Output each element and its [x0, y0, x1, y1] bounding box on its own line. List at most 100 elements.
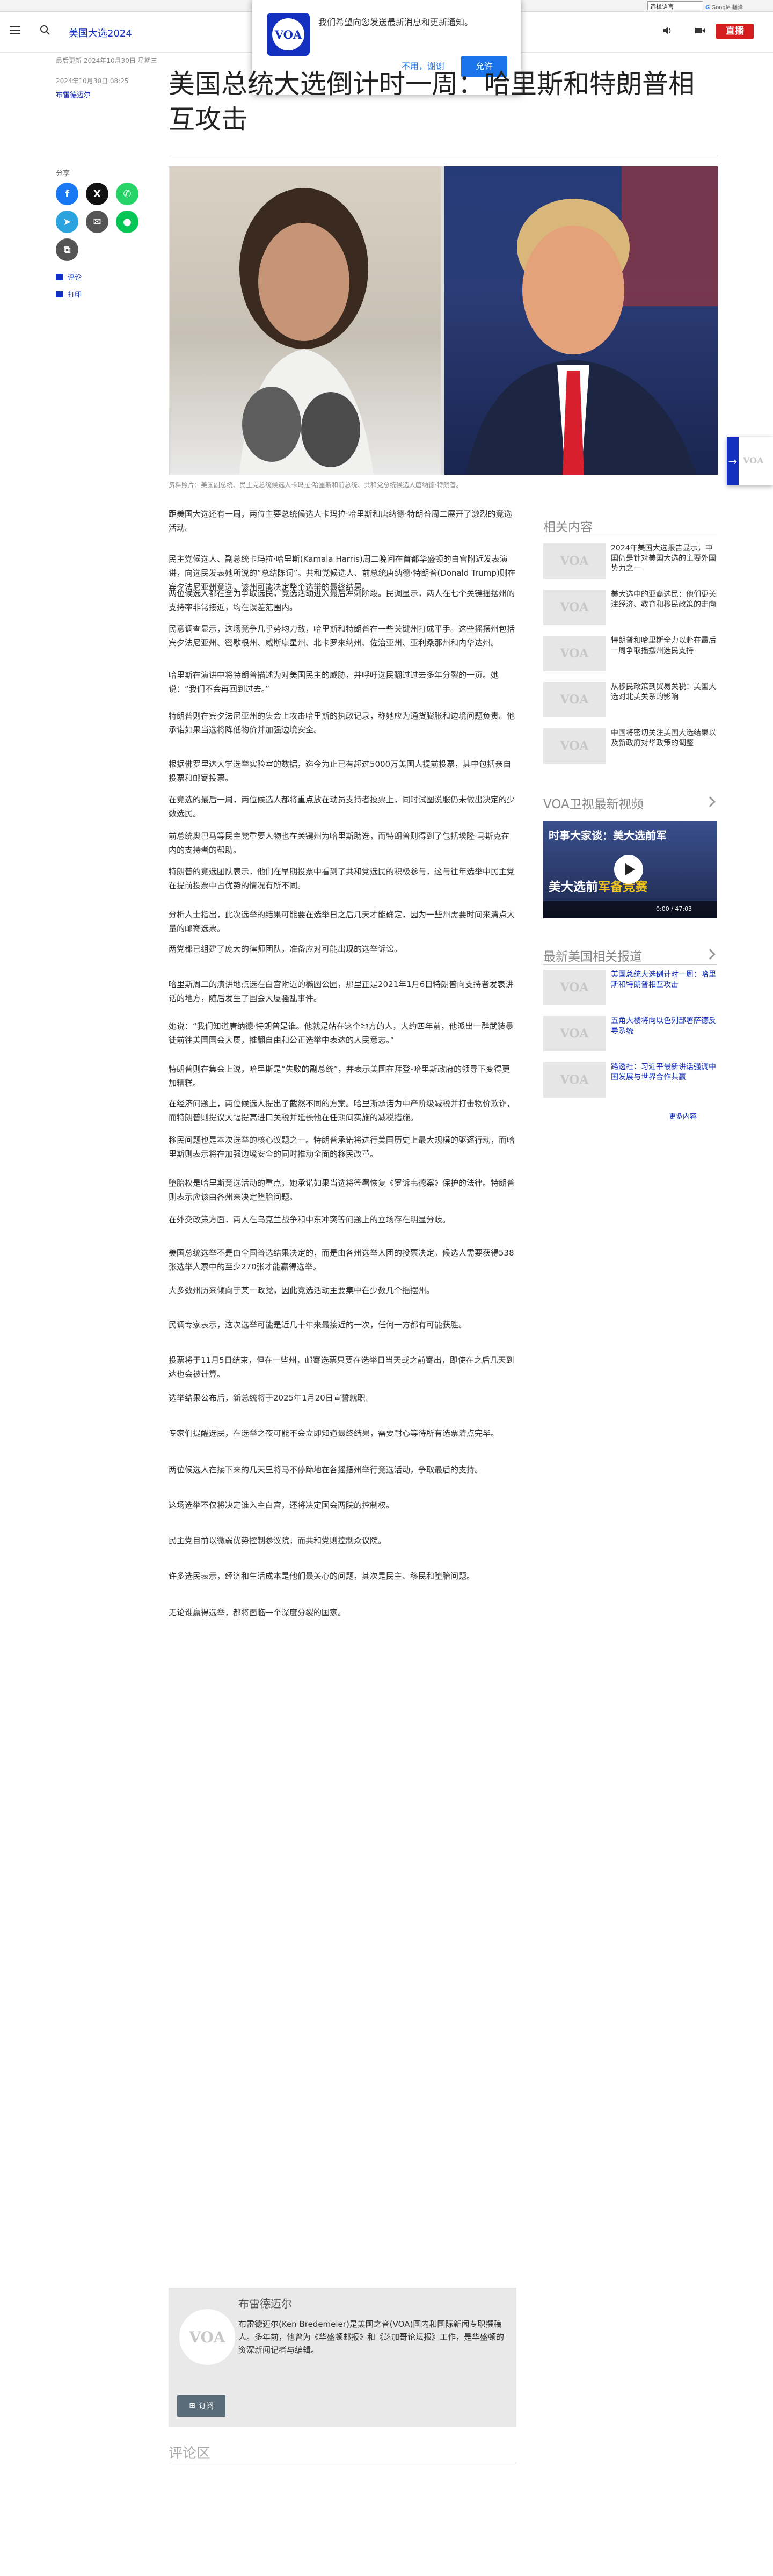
- play-icon[interactable]: [614, 855, 643, 884]
- more-link[interactable]: 更多内容: [669, 1111, 697, 1121]
- sidebar-article-title[interactable]: 特朗普和哈里斯全力以赴在最后一周争取摇摆州选民支持: [611, 636, 718, 656]
- section-link[interactable]: 美国大选2024: [69, 26, 132, 40]
- article-paragraph: 在经济问题上，两位候选人提出了截然不同的方案。哈里斯承诺为中产阶级减税并打击物价…: [169, 1099, 515, 1122]
- sidebar-article-item[interactable]: VOA 特朗普和哈里斯全力以赴在最后一周争取摇摆州选民支持: [543, 636, 717, 672]
- language-select[interactable]: 选择语言: [647, 1, 703, 10]
- article-paragraph: 在竞选的最后一周，两位候选人都将重点放在动员支持者投票上，同时试图说服仍未做出决…: [169, 795, 515, 818]
- article-paragraph: 移民问题也是本次选举的核心议题之一。特朗普承诺将进行美国历史上最大规模的驱逐行动…: [169, 1135, 515, 1159]
- article-paragraph: 特朗普则在宾夕法尼亚州的集会上攻击哈里斯的执政记录，称她应为通货膨胀和边境问题负…: [169, 711, 515, 735]
- article-paragraph: 两党都已组建了庞大的律师团队，准备应对可能出现的选举诉讼。: [169, 944, 403, 954]
- article-paragraph: 根据佛罗里达大学选举实验室的数据，迄今为止已有超过5000万美国人提前投票，其中…: [169, 759, 512, 783]
- x-share-icon[interactable]: X: [86, 183, 108, 205]
- author-avatar: VOA: [179, 2309, 235, 2365]
- hero-image[interactable]: [169, 166, 718, 475]
- sidebar-article-item[interactable]: VOA 五角大楼将向以色列部署萨德反导系统: [543, 1016, 717, 1053]
- translate-attribution: G Google 翻译: [705, 3, 743, 11]
- article-paragraph: 哈里斯周二的演讲地点选在白宫附近的椭圆公园，那里正是2021年1月6日特朗普向支…: [169, 979, 514, 1003]
- article-paragraph: 专家们提醒选民，在选举之夜可能不会立即知道最终结果，需要耐心等待所有选票清点完毕…: [169, 1428, 499, 1438]
- sidebar-article-item[interactable]: VOA 2024年美国大选报告显示，中国仍是针对美国大选的主要外国势力之一: [543, 543, 717, 580]
- author-name[interactable]: 布雷德迈尔: [238, 2295, 292, 2311]
- article-paragraph: 这场选举不仅将决定谁入主白宫，还将决定国会两院的控制权。: [169, 1500, 395, 1510]
- article-paragraph: 前总统奥巴马等民主党重要人物也在关键州为哈里斯助选，而特朗普则得到了包括埃隆·马…: [169, 831, 509, 855]
- sidebar-article-item[interactable]: VOA 美大选中的亚裔选民：他们更关注经济、教育和移民政策的走向: [543, 590, 717, 626]
- sidebar-article-item[interactable]: VOA 从移民政策到贸易关税：美国大选对北美关系的影响: [543, 682, 717, 719]
- article-thumbnail: VOA: [543, 682, 606, 717]
- video-section-title[interactable]: VOA卫视最新视频: [543, 794, 644, 812]
- sidebar-article-item[interactable]: VOA 美国总统大选倒计时一周：哈里斯和特朗普相互攻击: [543, 970, 717, 1006]
- audio-icon[interactable]: [662, 26, 672, 35]
- article-paragraph: 在外交政策方面，两人在乌克兰战争和中东冲突等问题上的立场存在明显分歧。: [169, 1215, 451, 1224]
- article-paragraph: 投票将于11月5日结束，但在一些州，邮寄选票只要在选举日当天或之前寄出，即使在之…: [169, 1355, 514, 1379]
- hero-caption: 资料照片：美国副总统、民主党总统候选人卡玛拉·哈里斯和前总统、共和党总统候选人唐…: [169, 481, 463, 489]
- harris-photo: [170, 166, 441, 475]
- article-thumbnail: VOA: [543, 590, 606, 625]
- article-paragraph: 民主党目前以微弱优势控制参议院，而共和党则控制众议院。: [169, 1536, 386, 1545]
- print-link-label: 打印: [68, 291, 82, 299]
- article-headline: 美国总统大选倒计时一周：哈里斯和特朗普相互攻击: [169, 69, 695, 135]
- email-share-icon[interactable]: ✉: [86, 211, 108, 233]
- subscribe-button[interactable]: ⊞ 订阅: [177, 2395, 225, 2417]
- article-paragraph: 无论谁赢得选举，都将面临一个深度分裂的国家。: [169, 1608, 346, 1617]
- comments-link-label: 评论: [68, 274, 82, 282]
- video-overlay-title: 时事大家谈：美大选前军: [549, 829, 667, 842]
- floating-widget[interactable]: → VOA: [727, 437, 773, 485]
- article-paragraph: 两位候选人都在全力争取选民，竞选活动进入最后冲刺阶段。民调显示，两人在七个关键摇…: [169, 589, 515, 612]
- comments-title: 评论区: [169, 2446, 211, 2462]
- comment-icon: [56, 273, 63, 280]
- article-paragraph: 美国总统选举不是由全国普选结果决定的，而是由各州选举人团的投票决定。候选人需要获…: [169, 1248, 514, 1272]
- sidebar-article-title[interactable]: 路透社：习近平最新讲话强调中国发展与世界合作共赢: [611, 1062, 718, 1083]
- line-share-icon[interactable]: ●: [116, 211, 138, 233]
- article-paragraph: 她说：“我们知道唐纳德·特朗普是谁。他就是站在这个地方的人，大约四年前，他派出一…: [169, 1021, 514, 1045]
- sidebar-article-item[interactable]: VOA 中国将密切关注美国大选结果以及新政府对华政策的调整: [543, 728, 717, 765]
- chevron-right-icon[interactable]: [705, 949, 716, 960]
- search-icon[interactable]: [40, 25, 50, 35]
- subscribe-label: 订阅: [198, 2402, 214, 2411]
- article-thumbnail: VOA: [543, 636, 606, 671]
- whatsapp-share-icon[interactable]: ✆: [116, 183, 138, 205]
- article-thumbnail: VOA: [543, 970, 606, 1005]
- video-controls[interactable]: 0:00 / 47:03: [543, 901, 717, 918]
- article-paragraph: 两位候选人在接下来的几天里将马不停蹄地在各摇摆州举行竞选活动，争取最后的支持。: [169, 1465, 483, 1475]
- menu-icon[interactable]: [10, 26, 20, 34]
- sidebar-article-title[interactable]: 美大选中的亚裔选民：他们更关注经济、教育和移民政策的走向: [611, 590, 718, 610]
- video-icon[interactable]: [695, 26, 705, 35]
- voa-logo: VOA: [267, 13, 310, 56]
- article-paragraph: 选举结果公布后，新总统将于2025年1月20日宣誓就职。: [169, 1393, 374, 1403]
- live-button[interactable]: 直播: [716, 24, 754, 39]
- print-link[interactable]: 打印: [56, 289, 82, 299]
- article-paragraph: 民调专家表示，这次选举可能是近几十年来最接近的一次，任何一方都有可能获胜。: [169, 1320, 467, 1330]
- sidebar-article-title[interactable]: 美国总统大选倒计时一周：哈里斯和特朗普相互攻击: [611, 970, 718, 990]
- sidebar-article-item[interactable]: VOA 路透社：习近平最新讲话强调中国发展与世界合作共赢: [543, 1062, 717, 1099]
- article-date: 最后更新 2024年10月30日 星期三: [56, 57, 157, 64]
- article-updated: 2024年10月30日 08:25: [56, 77, 129, 85]
- video-time: 0:00 / 47:03: [656, 905, 692, 912]
- author-link[interactable]: 布雷德迈尔: [56, 89, 91, 99]
- video-player[interactable]: 时事大家谈：美大选前军 美大选前军备竞赛 0:00 / 47:03: [543, 821, 717, 918]
- trump-photo: [444, 166, 718, 475]
- rss-icon: ⊞: [189, 2401, 195, 2410]
- arrow-right-icon[interactable]: →: [727, 437, 739, 485]
- comments-link[interactable]: 评论: [56, 272, 82, 282]
- article-thumbnail: VOA: [543, 1016, 606, 1051]
- article-thumbnail: VOA: [543, 543, 606, 579]
- article-thumbnail: VOA: [543, 1062, 606, 1098]
- latest-title[interactable]: 最新美国相关报道: [543, 946, 642, 964]
- notification-text: 我们希望向您发送最新消息和更新通知。: [318, 17, 473, 27]
- print-icon: [56, 291, 63, 297]
- related-title: 相关内容: [543, 520, 593, 534]
- sidebar-article-title[interactable]: 五角大楼将向以色列部署萨德反导系统: [611, 1016, 718, 1036]
- article-paragraph: 民意调查显示，这场竞争几乎势均力敌，哈里斯和特朗普在一些关键州打成平手。这些摇摆…: [169, 624, 515, 648]
- sidebar-article-title[interactable]: 2024年美国大选报告显示，中国仍是针对美国大选的主要外国势力之一: [611, 543, 718, 574]
- chevron-right-icon[interactable]: [705, 796, 716, 807]
- article-paragraph: 许多选民表示，经济和生活成本是他们最关心的问题，其次是民主、移民和堕胎问题。: [169, 1571, 475, 1581]
- article-thumbnail: VOA: [543, 728, 606, 764]
- sidebar-article-title[interactable]: 从移民政策到贸易关税：美国大选对北美关系的影响: [611, 682, 718, 702]
- telegram-share-icon[interactable]: ➤: [56, 211, 78, 233]
- article-paragraph: 特朗普的竞选团队表示，他们在早期投票中看到了共和党选民的积极参与，这与往年选举中…: [169, 867, 515, 890]
- article-paragraph: 堕胎权是哈里斯竞选活动的重点，她承诺如果当选将签署恢复《罗诉韦德案》保护的法律。…: [169, 1178, 515, 1202]
- article-paragraph: 特朗普则在集会上说，哈里斯是“失败的副总统”，并表示美国在拜登-哈里斯政府的领导…: [169, 1064, 510, 1088]
- article-paragraph: 距美国大选还有一周，两位主要总统候选人卡玛拉·哈里斯和唐纳德·特朗普周二展开了激…: [169, 509, 512, 533]
- sidebar-article-title[interactable]: 中国将密切关注美国大选结果以及新政府对华政策的调整: [611, 728, 718, 749]
- copy-link-icon[interactable]: ⧉: [56, 238, 78, 261]
- facebook-share-icon[interactable]: f: [56, 183, 78, 205]
